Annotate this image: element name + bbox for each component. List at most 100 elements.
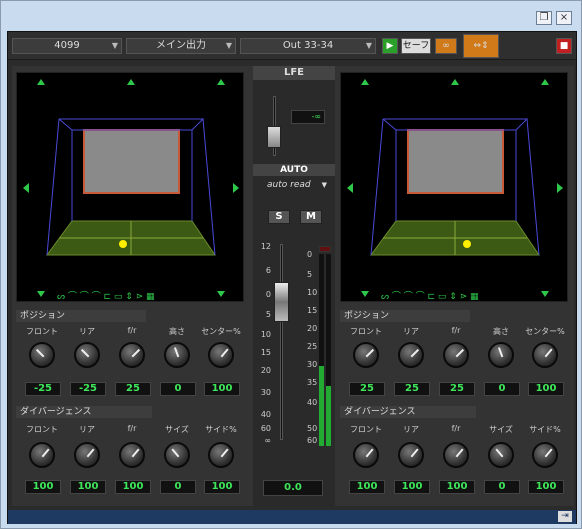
- div-rear-knob[interactable]: [74, 442, 100, 468]
- height-value[interactable]: 0: [484, 382, 520, 396]
- knob-pointer: [171, 448, 180, 458]
- expand-panel-button[interactable]: ⇥: [558, 511, 572, 522]
- pan-position-dot[interactable]: [463, 240, 471, 248]
- mode-button[interactable]: ⇔⇕: [463, 34, 499, 58]
- center-percent-knob[interactable]: [532, 342, 558, 368]
- fader-value[interactable]: 0.0: [263, 480, 323, 496]
- mode-icons[interactable]: ᔕ ⌒ ⌒ ⌒ ⊏ ▭ ⇕ ⋗ ▦: [381, 291, 479, 302]
- link-button[interactable]: ∞: [435, 38, 457, 54]
- side-percent-knob[interactable]: [208, 442, 234, 468]
- chevron-down-icon: ▼: [225, 41, 232, 50]
- play-button[interactable]: ▶: [382, 38, 398, 54]
- rear-value[interactable]: 25: [394, 382, 430, 396]
- front-knob[interactable]: [29, 342, 55, 368]
- rear-knob[interactable]: [74, 342, 100, 368]
- automation-mode-select[interactable]: auto read ▼: [257, 178, 331, 192]
- fr-value[interactable]: 25: [439, 382, 475, 396]
- height-knob[interactable]: [164, 342, 190, 368]
- knob-pointer: [131, 448, 140, 458]
- output-select[interactable]: メイン出力 ▼: [126, 38, 236, 54]
- center-percent-knob[interactable]: [208, 342, 234, 368]
- output-label: メイン出力: [156, 40, 206, 51]
- speaker-icon: [361, 291, 369, 297]
- close-button[interactable]: ×: [556, 11, 572, 25]
- save-button[interactable]: セーフ: [401, 38, 431, 54]
- height-knob[interactable]: [488, 342, 514, 368]
- pan-position-dot[interactable]: [119, 240, 127, 248]
- div-rear-knob[interactable]: [398, 442, 424, 468]
- side-percent-value[interactable]: 100: [528, 480, 564, 494]
- bypass-button[interactable]: ■: [556, 38, 572, 54]
- knob-label: 高さ: [493, 327, 509, 336]
- speaker-icon: [23, 183, 29, 193]
- div-front-value[interactable]: 100: [25, 480, 61, 494]
- height-value[interactable]: 0: [160, 382, 196, 396]
- knob-label: f/r: [451, 326, 461, 335]
- main-fader-track: [280, 244, 283, 440]
- side-percent-knob[interactable]: [532, 442, 558, 468]
- main-fader-cap[interactable]: [274, 282, 289, 322]
- mute-button[interactable]: M: [300, 210, 322, 224]
- front-knob[interactable]: [353, 342, 379, 368]
- div-fr-knob[interactable]: [443, 442, 469, 468]
- size-knob[interactable]: [488, 442, 514, 468]
- front-value[interactable]: -25: [25, 382, 61, 396]
- solo-button[interactable]: S: [268, 210, 290, 224]
- rear-knob[interactable]: [398, 342, 424, 368]
- div-front-knob[interactable]: [353, 442, 379, 468]
- automation-label: AUTO: [253, 164, 335, 176]
- size-value[interactable]: 0: [160, 480, 196, 494]
- channel-label: Out 33-34: [282, 40, 334, 51]
- right-divergence-title: ダイバージェンス: [340, 406, 476, 418]
- lfe-value[interactable]: -∞: [291, 110, 325, 124]
- speaker-icon: [361, 79, 369, 85]
- center-percent-value[interactable]: 100: [204, 382, 240, 396]
- lfe-fader-cap[interactable]: [267, 126, 281, 148]
- knob-pointer: [455, 448, 464, 458]
- fr-knob[interactable]: [443, 342, 469, 368]
- meter-scale-label: 40: [307, 398, 318, 407]
- cube-edge: [370, 118, 384, 256]
- knob-label: フロント: [350, 327, 382, 336]
- fr-knob[interactable]: [119, 342, 145, 368]
- front-value[interactable]: 25: [349, 382, 385, 396]
- div-fr-value[interactable]: 100: [439, 480, 475, 494]
- rear-value[interactable]: -25: [70, 382, 106, 396]
- cube-edge: [202, 118, 216, 256]
- center-strip: LFE -∞ AUTO auto read ▼ S M 12 6 0 5 10 1…: [253, 66, 335, 506]
- clip-indicator[interactable]: [319, 246, 331, 252]
- knob-label: f/r: [127, 424, 137, 433]
- channel-select[interactable]: Out 33-34 ▼: [240, 38, 376, 54]
- side-percent-value[interactable]: 100: [204, 480, 240, 494]
- mode-icons[interactable]: ᔕ ⌒ ⌒ ⌒ ⊏ ▭ ⇕ ⋗ ▦: [57, 291, 155, 302]
- div-front-knob[interactable]: [29, 442, 55, 468]
- knob-pointer: [131, 348, 141, 358]
- div-front-value[interactable]: 100: [349, 480, 385, 494]
- speaker-icon: [347, 183, 353, 193]
- div-rear-value[interactable]: 100: [70, 480, 106, 494]
- screen-rect: [83, 129, 180, 194]
- restore-button[interactable]: ❐: [536, 11, 552, 25]
- knob-label: f/r: [127, 326, 137, 335]
- expand-icon: ⇔⇕: [473, 41, 489, 51]
- right-panner-field[interactable]: ᔕ ⌒ ⌒ ⌒ ⊏ ▭ ⇕ ⋗ ▦: [340, 72, 568, 302]
- status-bar: ⇥: [8, 510, 576, 524]
- fader-scale-label: 10: [260, 330, 271, 339]
- lfe-label: LFE: [253, 66, 335, 80]
- meter-scale-label: 15: [307, 306, 318, 315]
- div-fr-value[interactable]: 100: [115, 480, 151, 494]
- div-fr-knob[interactable]: [119, 442, 145, 468]
- meter-left-level: [319, 366, 324, 446]
- size-knob[interactable]: [164, 442, 190, 468]
- meter-scale-label: 20: [307, 324, 318, 333]
- knob-pointer: [365, 448, 374, 458]
- div-rear-value[interactable]: 100: [394, 480, 430, 494]
- track-select[interactable]: 4099 ▼: [12, 38, 122, 54]
- speaker-icon: [37, 79, 45, 85]
- left-panner-field[interactable]: ᔕ ⌒ ⌒ ⌒ ⊏ ▭ ⇕ ⋗ ▦: [16, 72, 244, 302]
- fr-value[interactable]: 25: [115, 382, 151, 396]
- track-label: 4099: [54, 40, 80, 51]
- size-value[interactable]: 0: [484, 480, 520, 494]
- center-percent-value[interactable]: 100: [528, 382, 564, 396]
- meter-scale-label: 50: [307, 424, 318, 433]
